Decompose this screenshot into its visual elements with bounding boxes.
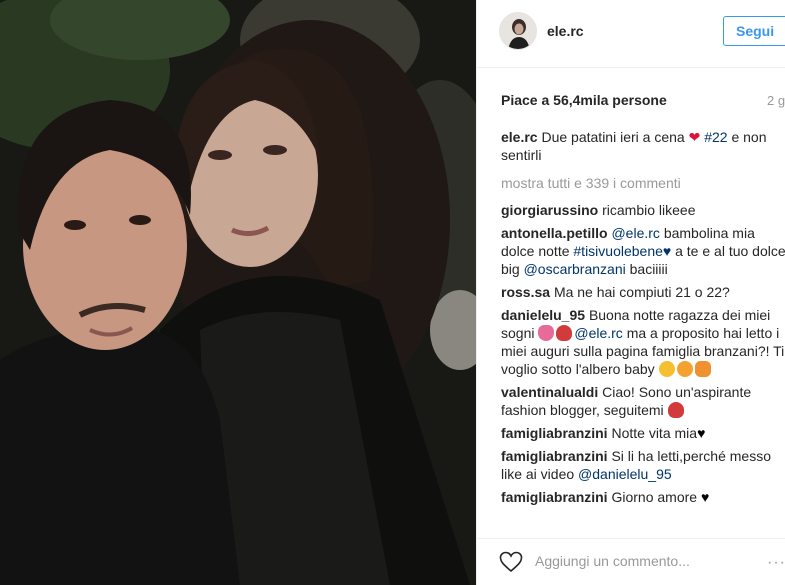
- comment-username[interactable]: danielelu_95: [501, 307, 585, 323]
- comment-username[interactable]: giorgiarussino: [501, 202, 598, 218]
- cat-emoji-icon: [694, 361, 711, 377]
- comment-item: antonella.petillo @ele.rc bambolina mia …: [501, 224, 785, 278]
- follow-button[interactable]: Segui: [723, 16, 785, 46]
- comments-list: ele.rc Due patatini ieri a cena ❤ #22 e …: [501, 128, 785, 523]
- comment-item: famigliabranzini Giorno amore ♥: [501, 488, 785, 506]
- comment-item: ross.sa Ma ne hai compiuti 21 o 22?: [501, 283, 785, 301]
- comment-hashtag[interactable]: #tisivuolebene: [573, 243, 663, 259]
- comment-username[interactable]: valentinalualdi: [501, 384, 598, 400]
- blue-heart-icon: ♥: [662, 243, 672, 259]
- caption-hashtag[interactable]: #22: [704, 129, 727, 145]
- comment-item: giorgiarussino ricambio likeee: [501, 201, 785, 219]
- comment-item: famigliabranzini Si li ha letti,perché m…: [501, 447, 785, 483]
- comment-item: danielelu_95 Buona notte ragazza dei mie…: [501, 306, 785, 378]
- tulip-emoji-icon: [538, 325, 555, 341]
- load-more-comments[interactable]: mostra tutti e 339 i commenti: [501, 174, 785, 192]
- wink-emoji-icon: [676, 361, 693, 377]
- red-heart-icon: ❤: [688, 129, 701, 145]
- comment-username[interactable]: famigliabranzini: [501, 425, 608, 441]
- more-options-icon[interactable]: ···: [767, 554, 785, 572]
- comment-mention[interactable]: @ele.rc: [611, 225, 659, 241]
- comment-text: Ma ne hai compiuti 21 o 22?: [553, 284, 730, 300]
- post-photo[interactable]: [0, 0, 476, 585]
- avatar[interactable]: [499, 12, 537, 50]
- avatar-image: [500, 13, 536, 49]
- comment-text: baciiiii: [629, 261, 668, 277]
- comment-username[interactable]: famigliabranzini: [501, 448, 608, 464]
- caption-username[interactable]: ele.rc: [501, 129, 538, 145]
- black-heart-icon: ♥: [697, 425, 706, 441]
- comment-bar: ···: [477, 538, 785, 585]
- heart-outline-icon[interactable]: [499, 551, 523, 573]
- rose-emoji-icon: [667, 402, 684, 418]
- post-time: 2 g: [767, 93, 785, 108]
- photo-image: [0, 0, 476, 585]
- comment-username[interactable]: ross.sa: [501, 284, 550, 300]
- comment-text: ricambio likeee: [602, 202, 696, 218]
- comment-username[interactable]: antonella.petillo: [501, 225, 608, 241]
- comment-username[interactable]: famigliabranzini: [501, 489, 608, 505]
- post-side-panel: ele.rc Segui Piace a 56,4mila persone 2 …: [476, 0, 785, 585]
- likes-count[interactable]: Piace a 56,4mila persone: [501, 92, 667, 108]
- post-username[interactable]: ele.rc: [547, 23, 584, 39]
- comment-item: valentinalualdi Ciao! Sono un'aspirante …: [501, 383, 785, 419]
- comment-mention[interactable]: @oscarbranzani: [524, 261, 626, 277]
- post-header: ele.rc Segui: [477, 0, 785, 68]
- smile-emoji-icon: [658, 361, 675, 377]
- post-caption: ele.rc Due patatini ieri a cena ❤ #22 e …: [501, 128, 785, 164]
- comment-text: Giorno amore: [611, 489, 698, 505]
- black-heart-icon: ♥: [700, 489, 710, 505]
- rose-emoji-icon: [556, 325, 573, 341]
- caption-text: Due patatini ieri a cena: [541, 129, 685, 145]
- comment-mention[interactable]: @ele.rc: [574, 325, 622, 341]
- comment-item: famigliabranzini Notte vita mia♥: [501, 424, 785, 442]
- comment-text: Notte vita mia: [611, 425, 698, 441]
- comment-mention[interactable]: @danielelu_95: [578, 466, 672, 482]
- add-comment-input[interactable]: [535, 553, 755, 569]
